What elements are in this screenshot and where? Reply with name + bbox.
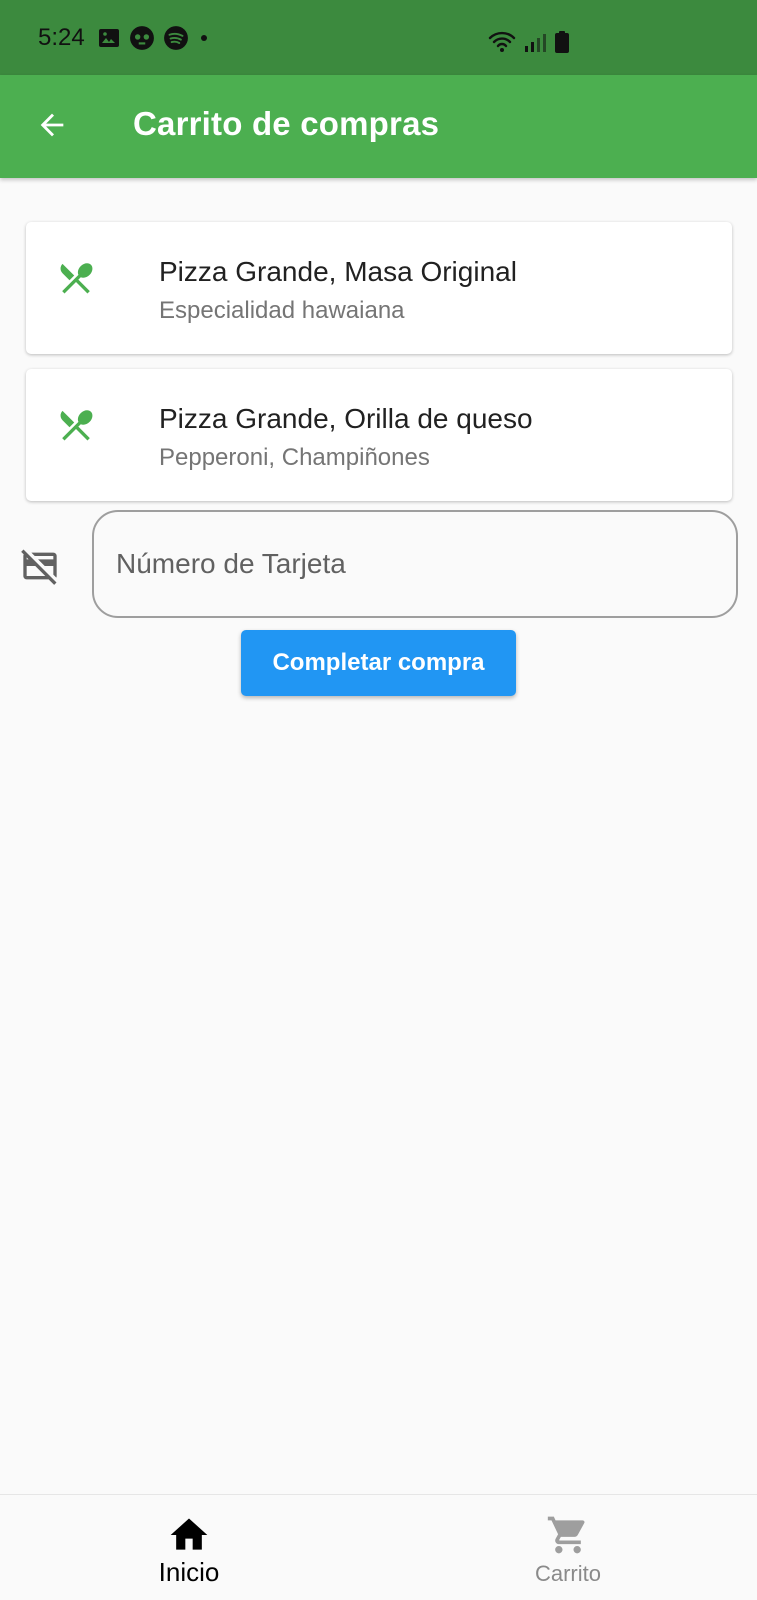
signal-icon <box>524 31 546 53</box>
nav-label-inicio: Inicio <box>158 1557 220 1587</box>
wifi-icon <box>488 30 516 54</box>
card-field-row <box>0 510 757 620</box>
image-icon <box>97 26 121 50</box>
nav-item-inicio[interactable]: Inicio <box>0 1495 378 1600</box>
battery-icon <box>554 30 570 54</box>
cart-item[interactable]: Pizza Grande, Orilla de queso Pepperoni,… <box>26 369 732 501</box>
page-title: Carrito de compras <box>133 105 440 142</box>
spotify-icon <box>163 25 189 51</box>
status-bar: 5:24 <box>0 0 757 75</box>
item-title: Pizza Grande, Masa Original <box>159 256 517 287</box>
app-bar: Carrito de compras <box>0 75 757 178</box>
back-button[interactable] <box>28 103 76 151</box>
card-number-input[interactable] <box>92 510 738 618</box>
arrow-back-icon <box>35 108 69 147</box>
restaurant-icon <box>56 405 96 445</box>
shopping-cart-icon <box>546 1513 590 1557</box>
credit-card-off-icon <box>20 546 60 586</box>
home-icon <box>167 1513 211 1557</box>
item-title: Pizza Grande, Orilla de queso <box>159 403 533 434</box>
nav-label-carrito: Carrito <box>534 1561 601 1586</box>
cart-item[interactable]: Pizza Grande, Masa Original Especialidad… <box>26 222 732 354</box>
item-subtitle: Pepperoni, Champiñones <box>159 444 430 471</box>
game-controller-icon <box>129 25 155 51</box>
bottom-nav: Inicio Carrito <box>0 1494 757 1600</box>
status-icons-left <box>97 25 211 51</box>
item-subtitle: Especialidad hawaiana <box>159 297 405 324</box>
dot-icon <box>197 31 211 45</box>
nav-item-carrito[interactable]: Carrito <box>379 1495 757 1600</box>
status-time: 5:24 <box>38 23 85 51</box>
status-icons-right <box>488 30 570 54</box>
restaurant-icon <box>56 258 96 298</box>
cart-list: Pizza Grande, Masa Original Especialidad… <box>26 222 732 516</box>
complete-purchase-button[interactable]: Completar compra <box>241 630 516 696</box>
